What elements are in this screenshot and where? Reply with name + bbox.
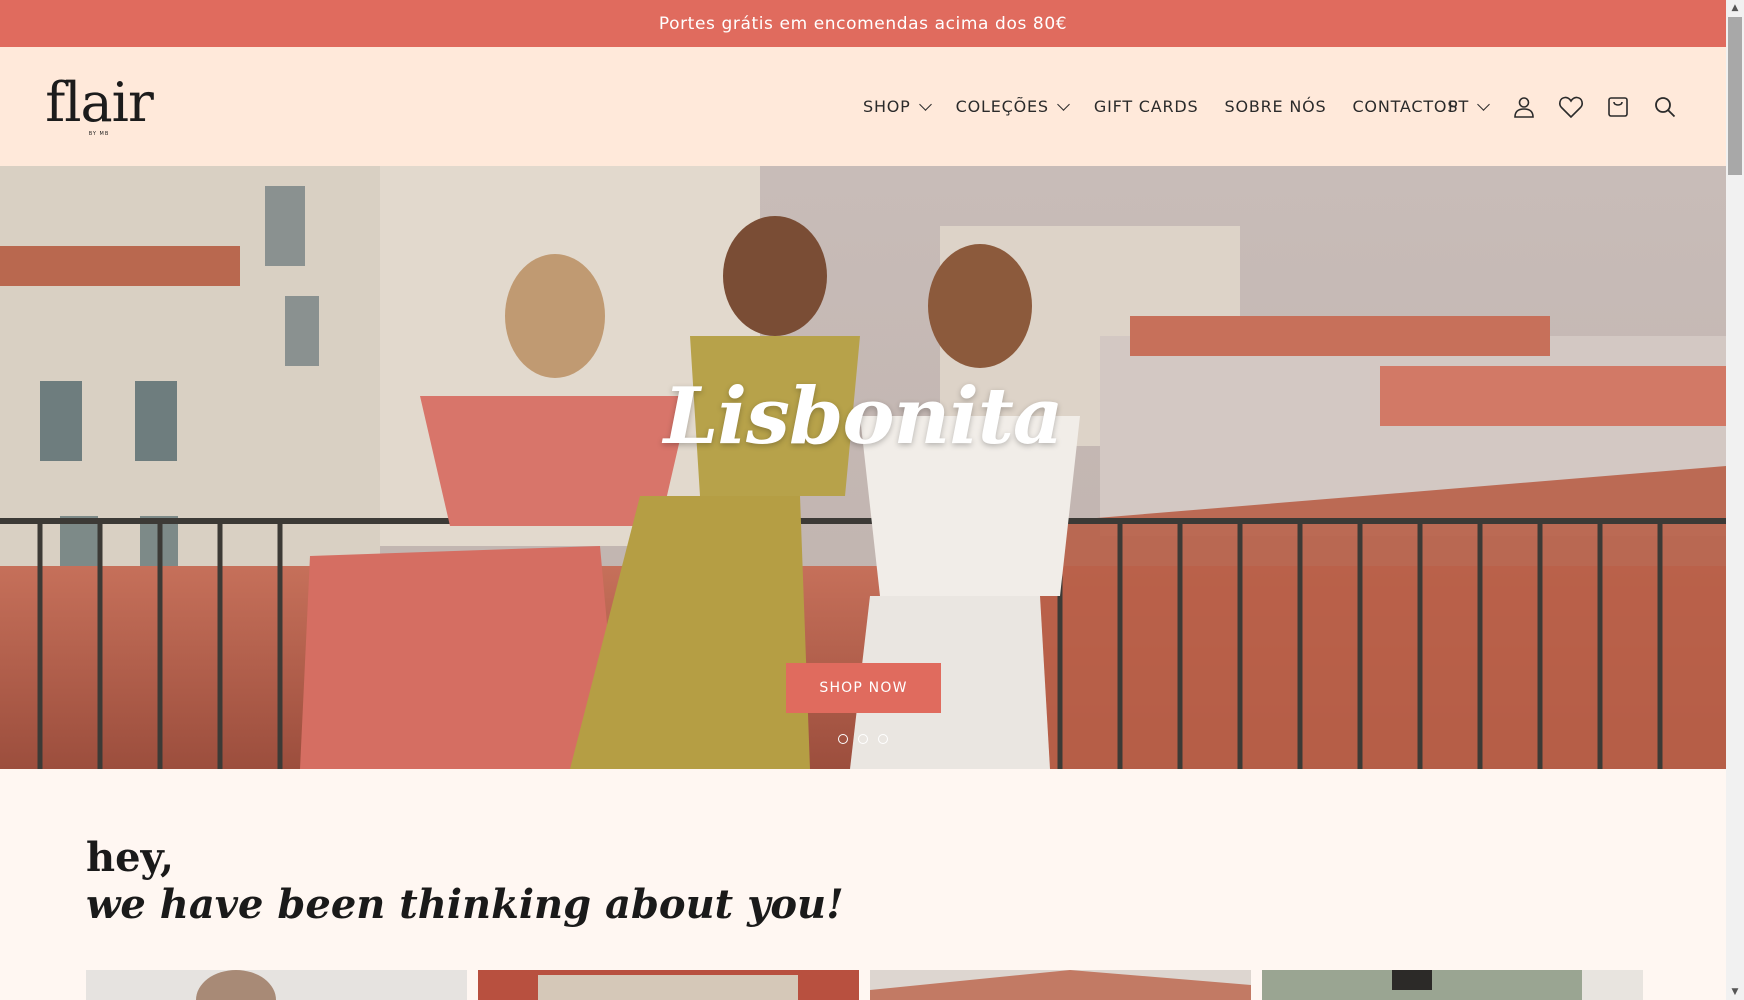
nav-colecoes[interactable]: COLEÇÕES bbox=[955, 97, 1070, 116]
scroll-up-arrow-icon[interactable]: ▲ bbox=[1726, 0, 1744, 16]
announcement-bar: Portes grátis em encomendas acima dos 80… bbox=[0, 0, 1726, 47]
intro-heading-line1: hey, bbox=[86, 834, 174, 881]
search-button[interactable] bbox=[1641, 87, 1688, 127]
intro-section: hey, we have been thinking about you! bbox=[0, 769, 1726, 929]
announcement-text: Portes grátis em encomendas acima dos 80… bbox=[658, 13, 1068, 34]
language-label: PT bbox=[1448, 97, 1470, 116]
account-button[interactable] bbox=[1500, 87, 1547, 127]
page: Portes grátis em encomendas acima dos 80… bbox=[0, 0, 1726, 1000]
header-icons bbox=[1500, 47, 1688, 166]
card-image bbox=[1262, 970, 1643, 1000]
scroll-thumb[interactable] bbox=[1728, 17, 1742, 175]
search-icon bbox=[1654, 96, 1675, 117]
collection-card[interactable] bbox=[870, 970, 1251, 1000]
shop-now-button[interactable]: SHOP NOW bbox=[786, 663, 941, 713]
nav-sobre-nos[interactable]: SOBRE NÓS bbox=[1224, 97, 1326, 116]
logo-wordmark: flair bbox=[45, 70, 154, 134]
card-image bbox=[870, 970, 1251, 1000]
cart-button[interactable] bbox=[1594, 87, 1641, 127]
brand-logo[interactable]: flair BY MB bbox=[44, 70, 154, 137]
nav-shop[interactable]: SHOP bbox=[863, 97, 932, 116]
site-header: flair BY MB SHOP COLEÇÕES GIFT CARDS SOB… bbox=[0, 47, 1726, 166]
nav-gift-cards[interactable]: GIFT CARDS bbox=[1094, 97, 1199, 116]
heart-icon bbox=[1558, 96, 1583, 118]
account-icon bbox=[1513, 96, 1534, 118]
collection-cards bbox=[86, 970, 1643, 1000]
hero-banner: Lisbonita SHOP NOW bbox=[0, 166, 1726, 769]
chevron-down-icon bbox=[1057, 97, 1070, 111]
nav-sobre-nos-label: SOBRE NÓS bbox=[1224, 97, 1327, 116]
slide-dots bbox=[838, 734, 888, 744]
wishlist-button[interactable] bbox=[1547, 87, 1594, 127]
slide-dot-3[interactable] bbox=[878, 734, 888, 744]
nav-shop-label: SHOP bbox=[863, 97, 911, 116]
language-selector[interactable]: PT bbox=[1448, 47, 1490, 166]
scroll-down-arrow-icon[interactable]: ▼ bbox=[1726, 984, 1744, 1000]
nav-contactos-label: CONTACTOS bbox=[1352, 97, 1459, 116]
collection-card[interactable] bbox=[1262, 970, 1643, 1000]
intro-heading-line2: we have been thinking about you! bbox=[86, 881, 844, 928]
card-image bbox=[86, 970, 467, 1000]
cart-bag-icon bbox=[1607, 96, 1628, 117]
card-image bbox=[478, 970, 859, 1000]
main-nav: SHOP COLEÇÕES GIFT CARDS SOBRE NÓS CONTA… bbox=[863, 47, 1484, 166]
nav-gift-cards-label: GIFT CARDS bbox=[1093, 97, 1199, 116]
nav-colecoes-label: COLEÇÕES bbox=[955, 97, 1049, 116]
chevron-down-icon bbox=[918, 97, 932, 111]
nav-contactos[interactable]: CONTACTOS bbox=[1352, 97, 1458, 116]
page-scrollbar[interactable]: ▲ ▼ bbox=[1726, 0, 1744, 1000]
slide-dot-1[interactable] bbox=[838, 734, 848, 744]
slide-dot-2[interactable] bbox=[858, 734, 868, 744]
logo-subtitle: BY MB bbox=[88, 130, 110, 137]
collection-card[interactable] bbox=[478, 970, 859, 1000]
chevron-down-icon bbox=[1477, 97, 1490, 111]
collection-card[interactable] bbox=[86, 970, 467, 1000]
hero-title: Lisbonita bbox=[663, 371, 1064, 462]
